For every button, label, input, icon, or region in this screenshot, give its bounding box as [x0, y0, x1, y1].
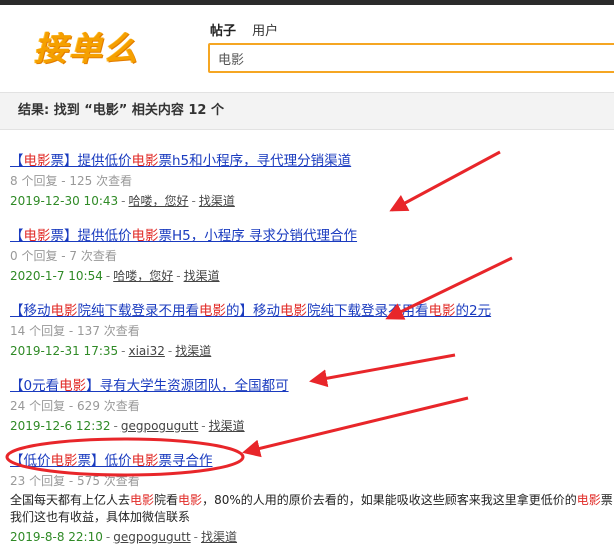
keyword-highlight: 电影: [23, 228, 51, 244]
list-item: 【电影票】提供低价电影票h5和小程序，寻代理分销渠道 8 个回复 - 125 次查…: [10, 150, 614, 225]
description-text: 全国每天都有上亿人去: [10, 493, 131, 507]
keyword-highlight: 电影: [280, 303, 307, 319]
keyword-highlight: 电影: [131, 153, 159, 169]
result-author-link[interactable]: gegpogugutt: [113, 530, 190, 544]
title-text: 票寻合作: [158, 453, 213, 469]
result-meta: 2019-12-31 17:35- xiai32- 找渠道: [10, 343, 614, 360]
result-author-link[interactable]: 哈喽，您好: [113, 269, 173, 283]
keyword-highlight: 电影: [23, 153, 51, 169]
list-item: 【电影票】提供低价电影票H5，小程序 寻求分销代理合作 0 个回复 - 7 次查看…: [10, 225, 614, 300]
title-text: 【: [10, 228, 24, 244]
result-date: 2020-1-7 10:54: [10, 269, 103, 283]
title-text: 【0元看: [10, 378, 60, 394]
keyword-highlight: 电影: [131, 228, 159, 244]
result-title-link[interactable]: 【低价电影票】低价电影票寻合作: [10, 453, 213, 470]
result-date: 2019-12-31 17:35: [10, 344, 119, 358]
separator: -: [191, 194, 196, 208]
result-category-link[interactable]: 找渠道: [199, 194, 235, 208]
separator: -: [113, 419, 118, 433]
title-text: 院纯下载登录不用看: [307, 303, 429, 319]
result-title-link[interactable]: 【移动电影院纯下载登录不用看电影的】移动电影院纯下载登录不用看电影的2元: [10, 303, 491, 320]
tab-posts[interactable]: 帖子: [210, 20, 236, 39]
separator: -: [105, 530, 111, 544]
result-category-link[interactable]: 找渠道: [201, 530, 237, 544]
logo-text: 接单么: [34, 29, 139, 68]
result-author-link[interactable]: gegpogugutt: [121, 419, 198, 433]
result-stats: 14 个回复 - 137 次查看: [10, 324, 140, 338]
search-input[interactable]: [208, 43, 614, 73]
result-category-link[interactable]: 找渠道: [209, 419, 245, 433]
result-summary: 结果: 找到 “电影” 相关内容 12 个: [0, 92, 614, 130]
top-bar: [0, 0, 614, 5]
result-meta: 2019-12-30 10:43- 哈喽，您好 - 找渠道: [10, 193, 614, 210]
keyword-highlight: 电影: [130, 493, 155, 507]
result-stats: 23 个回复 - 575 次查看: [10, 474, 140, 488]
separator: -: [193, 530, 198, 544]
result-date: 2019-8-8 22:10: [10, 530, 103, 544]
result-meta: 2019-12-6 12:32- gegpogugutt - 找渠道: [10, 418, 614, 435]
title-text: 的】移动: [226, 303, 280, 319]
list-item: 【低价电影票】低价电影票寻合作 23 个回复 - 575 次查看 全国每天都有上亿人…: [10, 450, 614, 544]
tab-users[interactable]: 用户: [252, 20, 278, 39]
title-text: 的2元: [455, 303, 492, 319]
list-item: 【0元看电影】寻有大学生资源团队，全国都可 24 个回复 - 629 次查看 201…: [10, 375, 614, 450]
title-text: 票】低价: [77, 453, 132, 469]
title-text: 票】提供低价: [50, 153, 132, 169]
result-author-link[interactable]: 哈喽，您好: [128, 194, 188, 208]
results-list: 【电影票】提供低价电影票h5和小程序，寻代理分销渠道 8 个回复 - 125 次查…: [10, 150, 614, 544]
search-tabs: 帖子 用户: [210, 20, 290, 39]
keyword-highlight: 电影: [131, 453, 159, 469]
result-title-link[interactable]: 【电影票】提供低价电影票h5和小程序，寻代理分销渠道: [10, 153, 351, 170]
keyword-highlight: 电影: [50, 303, 78, 319]
result-date: 2019-12-6 12:32: [10, 419, 111, 433]
result-title-link[interactable]: 【0元看电影】寻有大学生资源团队，全国都可: [10, 378, 289, 395]
result-stats: 0 个回复 - 7 次查看: [10, 249, 117, 263]
result-description: 全国每天都有上亿人去电影院看电影，80%的人用的原价去看的，如果能吸收这些顾客来…: [10, 492, 614, 526]
title-text: 票H5，小程序 寻求分销代理合作: [158, 228, 358, 244]
title-text: 【低价: [10, 453, 51, 469]
result-title-link[interactable]: 【电影票】提供低价电影票H5，小程序 寻求分销代理合作: [10, 228, 357, 245]
separator: -: [167, 344, 173, 358]
result-category-link[interactable]: 找渠道: [184, 269, 220, 283]
description-text: 院看: [154, 493, 179, 507]
keyword-highlight: 电影: [178, 493, 203, 507]
separator: -: [105, 269, 111, 283]
keyword-highlight: 电影: [50, 453, 78, 469]
result-category-link[interactable]: 找渠道: [175, 344, 211, 358]
title-text: 【移动: [10, 303, 51, 319]
title-text: 【: [10, 153, 24, 169]
separator: -: [201, 419, 206, 433]
site-logo[interactable]: 接单么: [34, 28, 164, 70]
result-meta: 2020-1-7 10:54- 哈喽，您好 - 找渠道: [10, 268, 614, 285]
title-text: 院纯下载登录不用看: [77, 303, 200, 319]
result-author-link[interactable]: xiai32: [128, 344, 164, 358]
result-date: 2019-12-30 10:43: [10, 194, 119, 208]
keyword-highlight: 电影: [576, 493, 601, 507]
separator: -: [121, 194, 126, 208]
title-text: 票】提供低价: [50, 228, 132, 244]
title-text: 票h5和小程序，寻代理分销渠道: [158, 153, 352, 169]
description-text: ，80%的人用的原价去看的，如果能吸收这些顾客来我这里拿更低价的: [202, 493, 577, 507]
keyword-highlight: 电影: [199, 303, 226, 319]
title-text: 】寻有大学生资源团队，全国都可: [86, 378, 289, 394]
separator: -: [121, 344, 126, 358]
list-item: 【移动电影院纯下载登录不用看电影的】移动电影院纯下载登录不用看电影的2元 14 个…: [10, 300, 614, 375]
result-stats: 24 个回复 - 629 次查看: [10, 399, 140, 413]
result-stats: 8 个回复 - 125 次查看: [10, 174, 133, 188]
keyword-highlight: 电影: [59, 378, 87, 394]
separator: -: [176, 269, 181, 283]
keyword-highlight: 电影: [428, 303, 456, 319]
